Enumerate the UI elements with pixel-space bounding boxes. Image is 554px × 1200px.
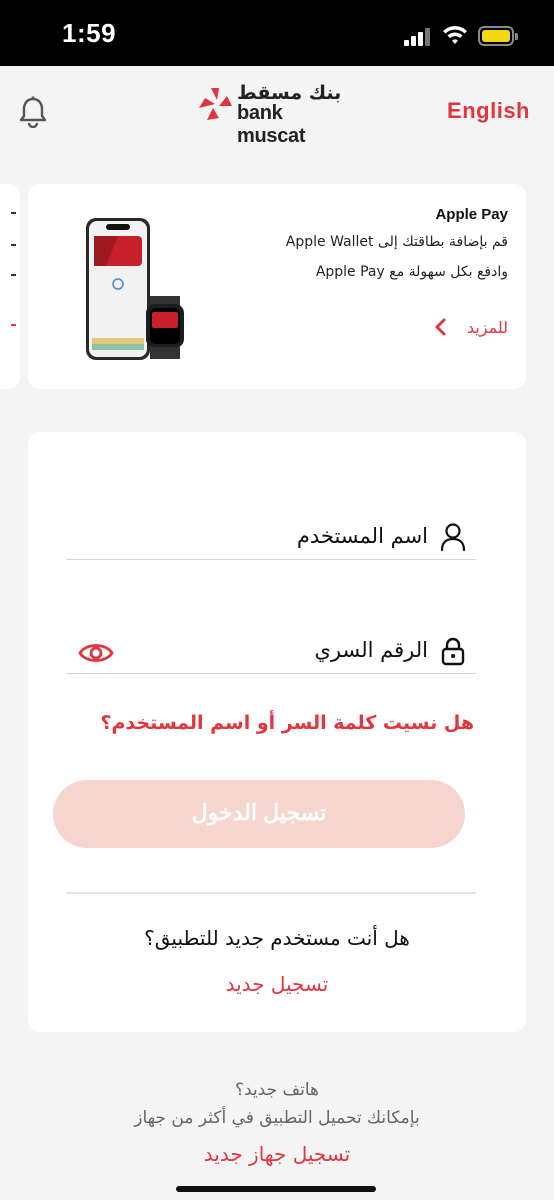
bank-logo-mark xyxy=(199,88,232,120)
new-user-question: هل أنت مستخدم جديد للتطبيق؟ xyxy=(144,926,410,950)
multi-device-text: بإمكانك تحميل التطبيق في أكثر من جهاز xyxy=(134,1108,420,1128)
user-icon xyxy=(440,523,466,552)
username-field[interactable]: اسم المستخدم xyxy=(66,518,476,560)
forgot-credentials-link[interactable]: هل نسيت كلمة السر أو اسم المستخدم؟ xyxy=(100,712,474,734)
status-bar: 1:59 xyxy=(0,0,554,66)
apple-pay-promo-card[interactable]: Apple Pay قم بإضافة بطاقتك إلى Apple Wal… xyxy=(28,184,526,389)
login-card: اسم المستخدم الرقم السري هل نسيت كلمة ال… xyxy=(28,432,526,1032)
language-toggle-link[interactable]: English xyxy=(447,98,530,124)
battery-icon xyxy=(478,26,518,46)
promo-title: Apple Pay xyxy=(435,206,508,223)
signal-icon xyxy=(404,28,432,46)
wifi-icon xyxy=(443,26,467,44)
promo-more-link[interactable]: للمزيد xyxy=(467,318,508,337)
status-time: 1:59 xyxy=(62,18,117,48)
apple-pay-phone-watch-image xyxy=(86,218,184,360)
promo-text-line-2: وادفع بكل سهولة مع Apple Pay xyxy=(315,264,508,280)
login-button[interactable]: تسجيل الدخول xyxy=(53,780,465,848)
bank-logo: بنك مسقط bank muscat xyxy=(197,82,347,147)
password-underline xyxy=(66,673,476,674)
password-field[interactable]: الرقم السري xyxy=(66,632,476,674)
promo-text-line-1: قم بإضافة بطاقتك إلى Apple Wallet xyxy=(285,234,508,250)
bell-icon[interactable] xyxy=(18,96,48,128)
bank-logo-english: bank muscat xyxy=(237,102,306,147)
register-link[interactable]: تسجيل جديد xyxy=(28,972,526,996)
username-label: اسم المستخدم xyxy=(296,524,428,548)
login-button-label: تسجيل الدخول xyxy=(191,800,327,825)
divider xyxy=(66,892,476,894)
home-indicator xyxy=(176,1186,376,1192)
register-device-link[interactable]: تسجيل جهاز جديد xyxy=(0,1142,554,1166)
new-phone-text: هاتف جديد؟ xyxy=(235,1080,319,1100)
chevron-left-icon[interactable] xyxy=(434,318,448,336)
bank-logo-arabic: بنك مسقط xyxy=(237,82,342,104)
previous-promo-card[interactable] xyxy=(0,184,20,389)
lock-icon xyxy=(441,637,465,666)
password-label: الرقم السري xyxy=(314,638,428,662)
username-underline xyxy=(66,559,476,560)
eye-icon[interactable] xyxy=(78,640,114,666)
